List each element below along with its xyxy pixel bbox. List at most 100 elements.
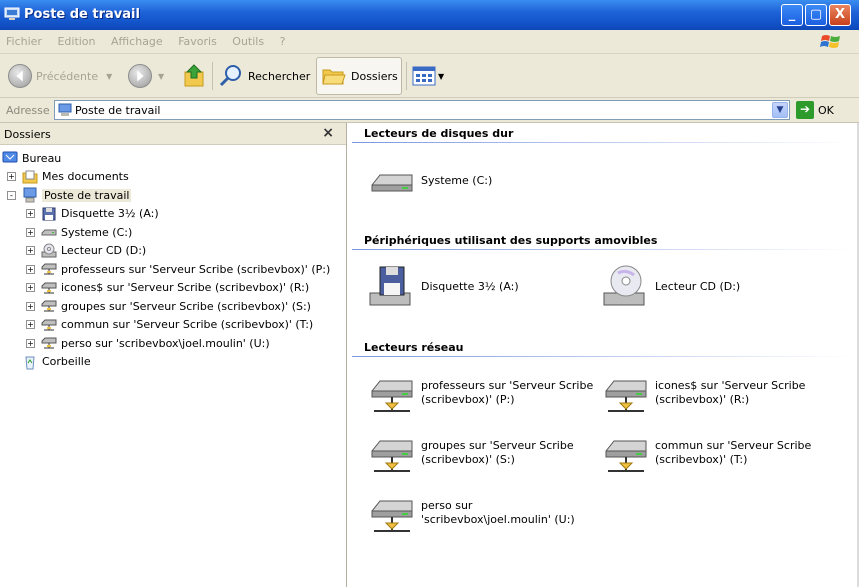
maximize-button[interactable]: ▢ <box>805 4 827 26</box>
drive-item[interactable]: icones$ sur 'Serveur Scribe (scribevbox)… <box>600 369 835 417</box>
views-dropdown-icon[interactable]: ▼ <box>438 72 444 81</box>
drive-item[interactable]: professeurs sur 'Serveur Scribe (scribev… <box>366 369 601 417</box>
network-drive-icon <box>41 298 57 314</box>
folders-pane-title: Dossiers <box>4 128 51 141</box>
expand-icon[interactable]: + <box>26 264 35 274</box>
expand-icon[interactable]: + <box>26 209 35 218</box>
collapse-icon[interactable]: - <box>7 190 16 200</box>
computer-icon <box>4 7 20 20</box>
expand-icon[interactable]: + <box>26 338 35 348</box>
back-button[interactable]: Précédente ▼ <box>8 58 112 94</box>
expand-icon[interactable]: + <box>26 246 35 255</box>
back-label: Précédente <box>36 69 99 83</box>
tree-item-label: Mes documents <box>42 170 129 183</box>
window-title: Poste de travail <box>24 7 140 22</box>
network-drive-icon <box>366 429 416 477</box>
drive-item[interactable]: groupes sur 'Serveur Scribe (scribevbox)… <box>366 429 601 477</box>
address-input[interactable]: Poste de travail ▼ <box>54 100 790 120</box>
tree-item[interactable]: + Mes documents <box>7 168 129 186</box>
drive-label: perso sur 'scribevbox\joel.moulin' (U:) <box>421 499 575 526</box>
go-button[interactable]: ➔ OK <box>796 101 834 119</box>
network-drive-icon <box>41 280 57 296</box>
drive-label: Disquette 3½ (A:) <box>421 280 519 293</box>
drive-label: professeurs sur 'Serveur Scribe (scribev… <box>421 379 594 406</box>
forward-dropdown-icon[interactable]: ▼ <box>158 72 164 81</box>
drive-label: Lecteur CD (D:) <box>655 280 741 293</box>
expand-icon[interactable]: + <box>26 301 35 311</box>
tree-item-label: Lecteur CD (D:) <box>61 244 147 257</box>
drive-item[interactable]: Systeme (C:) <box>366 157 492 205</box>
network-drive-icon <box>41 261 57 277</box>
tree-item[interactable]: Corbeille <box>7 353 91 371</box>
tree-item[interactable]: + icones$ sur 'Serveur Scribe (scribevbox… <box>26 279 309 297</box>
tree-item[interactable]: Bureau <box>2 149 61 167</box>
group-divider <box>352 356 852 357</box>
tree-item[interactable]: + professeurs sur 'Serveur Scribe (scribe… <box>26 260 330 278</box>
menu-favoris[interactable]: Favoris <box>172 30 223 48</box>
go-label: OK <box>818 103 834 117</box>
folders-pane: Dossiers × Bureau + Mes documents - Poste de… <box>0 123 347 587</box>
network-drive-icon <box>600 429 650 477</box>
folders-pane-close-button[interactable]: × <box>322 125 334 141</box>
tree-item[interactable]: - Poste de travail <box>7 186 132 204</box>
network-drive-icon <box>41 317 57 333</box>
folders-pane-header: Dossiers × <box>0 123 346 145</box>
tree-item-label: Corbeille <box>42 355 91 368</box>
drive-item[interactable]: perso sur 'scribevbox\joel.moulin' (U:) <box>366 489 601 537</box>
expand-icon[interactable]: + <box>7 172 16 181</box>
menu-affichage[interactable]: Affichage <box>105 30 169 48</box>
tree-item[interactable]: + commun sur 'Serveur Scribe (scribevbox)… <box>26 316 313 334</box>
drive-label: groupes sur 'Serveur Scribe (scribevbox)… <box>421 439 574 466</box>
address-dropdown-icon[interactable]: ▼ <box>772 102 788 118</box>
hard-drive-icon <box>41 224 57 240</box>
drive-item[interactable]: Disquette 3½ (A:) <box>366 263 519 311</box>
tree-item-label: Bureau <box>22 151 62 165</box>
title-bar[interactable]: Poste de travail _ ▢ X <box>0 0 859 30</box>
cd-drive-icon <box>41 243 57 259</box>
desktop-icon <box>2 150 18 166</box>
search-button[interactable]: Rechercher <box>218 58 310 94</box>
group-title: Lecteurs de disques dur <box>364 127 514 140</box>
close-button[interactable]: X <box>829 4 851 26</box>
group-title: Lecteurs réseau <box>364 341 464 354</box>
tree-item-label: commun sur 'Serveur Scribe (scribevbox)'… <box>61 318 314 331</box>
back-arrow-icon <box>8 64 32 88</box>
folders-label: Dossiers <box>351 69 398 83</box>
computer-icon <box>22 187 38 203</box>
drive-label: icones$ sur 'Serveur Scribe (scribevbox)… <box>655 379 806 406</box>
menu-bar: Fichier Edition Affichage Favoris Outils… <box>0 30 859 54</box>
menu-outils[interactable]: Outils <box>226 30 270 48</box>
network-drive-icon <box>366 489 416 537</box>
address-bar: Adresse Poste de travail ▼ ➔ OK <box>0 98 859 123</box>
views-button[interactable]: ▼ <box>412 58 444 94</box>
tree-item[interactable]: + Disquette 3½ (A:) <box>26 205 159 223</box>
expand-icon[interactable]: + <box>26 227 35 237</box>
minimize-button[interactable]: _ <box>781 4 803 26</box>
menu-edition[interactable]: Edition <box>51 30 101 48</box>
network-drive-icon <box>41 335 57 351</box>
menu-fichier[interactable]: Fichier <box>0 30 48 48</box>
drive-item[interactable]: Lecteur CD (D:) <box>600 263 740 311</box>
tree-item-label: Systeme (C:) <box>61 225 133 239</box>
views-icon <box>412 66 436 86</box>
menu-help[interactable]: ? <box>274 30 292 48</box>
up-folder-button[interactable] <box>182 58 208 94</box>
folders-button[interactable]: Dossiers <box>316 57 402 95</box>
tree-item-label: groupes sur 'Serveur Scribe (scribevbox)… <box>61 299 311 313</box>
tree-item-label: Poste de travail <box>42 188 132 202</box>
expand-icon[interactable]: + <box>26 320 35 329</box>
forward-button[interactable]: ▼ <box>128 58 164 94</box>
floppy-icon <box>366 263 416 311</box>
group-divider <box>352 249 852 250</box>
tree-item[interactable]: + Systeme (C:) <box>26 223 132 241</box>
drive-item[interactable]: commun sur 'Serveur Scribe (scribevbox)'… <box>600 429 835 477</box>
search-label: Rechercher <box>248 69 311 83</box>
tree-item[interactable]: + perso sur 'scribevbox\joel.moulin' (U:) <box>26 334 270 352</box>
windows-logo-icon <box>820 35 840 48</box>
tree-item[interactable]: + groupes sur 'Serveur Scribe (scribevbox… <box>26 297 311 315</box>
network-drive-icon <box>600 369 650 417</box>
forward-arrow-icon <box>128 64 152 88</box>
back-dropdown-icon[interactable]: ▼ <box>106 72 112 81</box>
expand-icon[interactable]: + <box>26 283 35 292</box>
tree-item[interactable]: + Lecteur CD (D:) <box>26 242 146 260</box>
